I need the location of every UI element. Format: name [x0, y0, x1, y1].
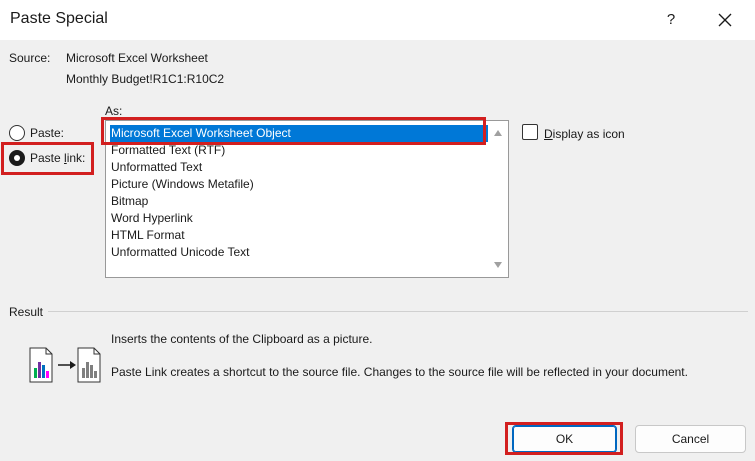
result-divider — [48, 311, 748, 312]
paste-link-result-icon — [29, 347, 101, 383]
help-button[interactable]: ? — [654, 5, 688, 35]
scroll-down-icon[interactable] — [494, 262, 502, 268]
source-label: Source: — [9, 51, 51, 65]
result-label: Result — [9, 305, 44, 319]
title-bar: Paste Special ? — [0, 0, 755, 40]
paste-radio-label[interactable]: Paste: — [30, 126, 64, 140]
cancel-button[interactable]: Cancel — [635, 425, 746, 453]
display-as-icon-checkbox[interactable] — [522, 124, 538, 140]
dialog-title: Paste Special — [10, 10, 108, 27]
list-item[interactable]: Unformatted Unicode Text — [110, 244, 488, 261]
list-item[interactable]: HTML Format — [110, 227, 488, 244]
result-description-line1: Inserts the contents of the Clipboard as… — [111, 332, 373, 346]
scroll-up-icon[interactable] — [494, 130, 502, 136]
list-item[interactable]: Word Hyperlink — [110, 210, 488, 227]
close-icon — [718, 13, 732, 27]
format-listbox[interactable]: Microsoft Excel Worksheet Object Formatt… — [105, 120, 509, 278]
display-as-icon-label[interactable]: Display as icon — [544, 127, 625, 141]
close-button[interactable] — [708, 5, 742, 35]
list-item[interactable]: Picture (Windows Metafile) — [110, 176, 488, 193]
list-item[interactable]: Unformatted Text — [110, 159, 488, 176]
ok-button[interactable]: OK — [512, 425, 617, 453]
paste-link-radio-label[interactable]: Paste link: — [30, 151, 85, 165]
source-range: Monthly Budget!R1C1:R10C2 — [66, 72, 225, 86]
list-item[interactable]: Bitmap — [110, 193, 488, 210]
list-item[interactable]: Microsoft Excel Worksheet Object — [110, 125, 488, 142]
paste-radio[interactable] — [9, 125, 25, 141]
list-item[interactable]: Formatted Text (RTF) — [110, 142, 488, 159]
paste-link-radio[interactable] — [9, 150, 25, 166]
source-name: Microsoft Excel Worksheet — [66, 51, 208, 65]
as-label: As: — [105, 104, 123, 118]
listbox-scrollbar[interactable] — [489, 122, 507, 276]
result-description-line2: Paste Link creates a shortcut to the sou… — [111, 365, 688, 379]
